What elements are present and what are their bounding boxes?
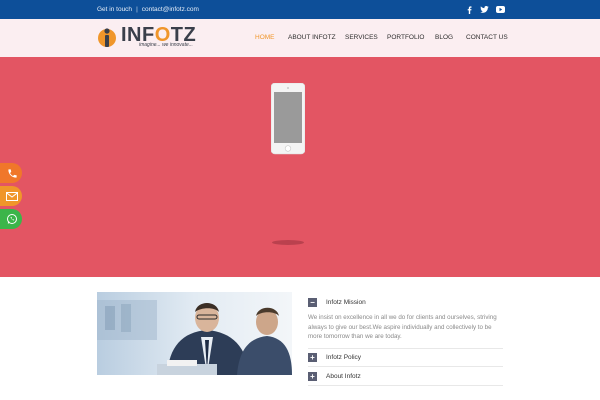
twitter-icon[interactable] [478, 0, 490, 19]
phone-illustration-icon [271, 83, 305, 155]
accordion-title[interactable]: Infotz Mission [326, 299, 366, 306]
mail-float-button[interactable] [0, 186, 22, 206]
nav-home[interactable]: HOME [255, 19, 275, 57]
nav-contact-us[interactable]: CONTACT US [466, 19, 508, 57]
email-link[interactable]: contact@infotz.com [142, 0, 199, 19]
expand-icon[interactable]: + [308, 371, 317, 381]
business-meeting-photo [97, 292, 292, 375]
accordion-item-about: + About Infotz [308, 369, 503, 383]
nav-about-infotz[interactable]: ABOUT INFOTZ [288, 19, 336, 57]
accordion-title[interactable]: Infotz Policy [326, 354, 361, 361]
accordion-title[interactable]: About Infotz [326, 373, 361, 380]
separator: | [136, 6, 138, 13]
divider [308, 348, 503, 349]
whatsapp-icon [7, 214, 17, 224]
accordion-header-mission[interactable]: − Infotz Mission [308, 295, 503, 309]
get-in-touch-text: Get in touch [97, 6, 133, 13]
accordion-header-policy[interactable]: + Infotz Policy [308, 350, 503, 364]
nav-services[interactable]: SERVICES [345, 19, 378, 57]
nav-portfolio[interactable]: PORTFOLIO [387, 19, 424, 57]
logo-mark-icon [98, 28, 116, 47]
accordion-header-about[interactable]: + About Infotz [308, 369, 503, 383]
phone-icon [7, 168, 17, 178]
youtube-icon[interactable] [494, 0, 506, 19]
top-bar: Get in touch | contact@infotz.com [0, 0, 600, 19]
logo[interactable]: INFOTZ imagine... we innovate... [97, 24, 197, 51]
collapse-icon[interactable]: − [308, 297, 317, 307]
expand-icon[interactable]: + [308, 352, 317, 362]
brand-tagline: imagine... we innovate... [139, 42, 193, 48]
accordion-body: We insist on excellence in all we do for… [308, 314, 497, 340]
accordion-item-mission: − Infotz Mission We insist on excellence… [308, 295, 503, 342]
phone-float-button[interactable] [0, 163, 22, 183]
whatsapp-float-button[interactable] [0, 209, 22, 229]
mail-icon [6, 191, 18, 201]
phone-shadow [272, 240, 304, 245]
contact-strip: Get in touch | contact@infotz.com [97, 0, 199, 19]
divider [308, 385, 503, 386]
divider [308, 366, 503, 367]
accordion-item-policy: + Infotz Policy [308, 350, 503, 364]
facebook-icon[interactable] [464, 0, 474, 19]
nav-blog[interactable]: BLOG [435, 19, 453, 57]
